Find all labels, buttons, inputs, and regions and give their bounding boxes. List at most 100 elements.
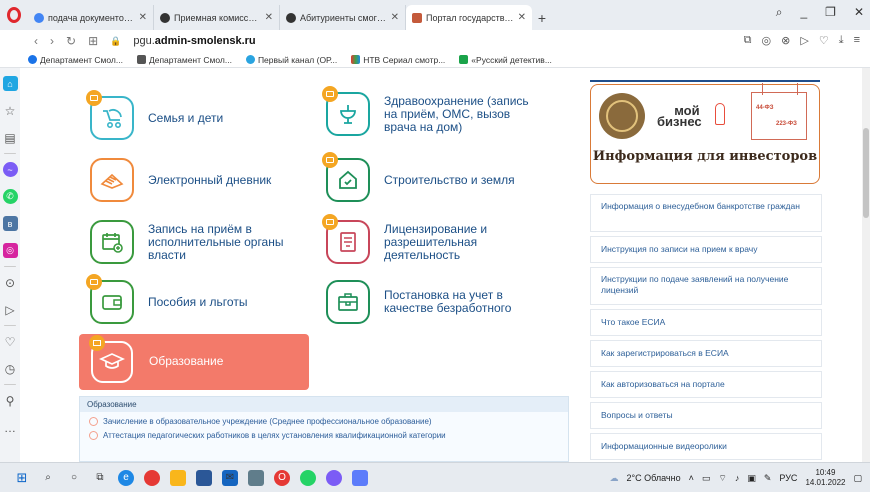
restore-icon[interactable]: ❐ xyxy=(825,5,836,20)
education-link-1[interactable]: Зачисление в образовательное учреждение … xyxy=(89,417,568,426)
grid-icon[interactable]: ⊞ xyxy=(88,34,98,48)
search-icon[interactable]: ⌕ xyxy=(40,470,56,486)
bookmark-4[interactable]: НТВ Сериал смотр... xyxy=(351,55,445,65)
service-label: Семья и дети xyxy=(148,110,224,125)
close-icon[interactable]: ✕ xyxy=(518,12,526,23)
service-unemployment[interactable]: Постановка на учет в качестве безработно… xyxy=(326,280,524,324)
reload-icon[interactable]: ↻ xyxy=(66,34,76,48)
whatsapp-icon[interactable] xyxy=(300,469,316,486)
service-education[interactable]: Образование xyxy=(79,334,309,390)
close-icon[interactable]: ✕ xyxy=(265,12,273,23)
speed-dial-icon[interactable]: ☆ xyxy=(3,103,18,118)
info-link[interactable]: Что такое ЕСИА xyxy=(590,309,822,336)
education-link-2[interactable]: Аттестация педагогических работников в ц… xyxy=(89,431,568,440)
book-icon xyxy=(90,158,134,202)
clock[interactable]: 10:49 14.01.2022 xyxy=(805,468,845,488)
info-link[interactable]: Инструкции по подаче заявлений на получе… xyxy=(590,267,822,305)
wallet-icon xyxy=(86,274,134,324)
lock-icon[interactable]: 🔒 xyxy=(110,36,121,47)
tab-1[interactable]: подача документов в при ✕ xyxy=(28,5,154,30)
back-icon[interactable]: ‹ xyxy=(34,34,38,48)
info-link[interactable]: Как авторизоваться на портале xyxy=(590,371,822,398)
service-diary[interactable]: Электронный дневник xyxy=(90,158,271,202)
menu-icon[interactable]: ≡ xyxy=(854,34,860,47)
info-link[interactable]: Информация о внесудебном банкротстве гра… xyxy=(590,194,822,232)
new-tab-button[interactable]: + xyxy=(532,5,552,30)
info-link[interactable]: Вопросы и ответы xyxy=(590,402,822,429)
forward-icon[interactable]: › xyxy=(50,34,54,48)
extensions-icon[interactable]: ⚲ xyxy=(3,393,18,408)
tab-4-active[interactable]: Портал государственных ✕ xyxy=(406,5,532,30)
tray-expand-icon[interactable]: ˄ xyxy=(689,473,694,483)
info-link[interactable]: Инструкция по записи на прием к врачу xyxy=(590,236,822,263)
instagram-icon[interactable]: ◎ xyxy=(2,243,18,258)
play-icon[interactable]: ▷ xyxy=(800,34,808,47)
search-icon[interactable]: ⌕ xyxy=(776,5,783,20)
investor-banner[interactable]: мой бизнес 44-ФЗ 223-ФЗ Информация для и… xyxy=(590,83,820,184)
camera-icon[interactable]: ◎ xyxy=(762,34,772,47)
whatsapp-icon[interactable]: ✆ xyxy=(2,189,18,204)
info-link[interactable]: Как зарегистрироваться в ЕСИА xyxy=(590,340,822,367)
service-family[interactable]: Семья и дети xyxy=(86,90,224,140)
history-icon[interactable]: ◷ xyxy=(3,361,18,376)
mail-icon[interactable]: ✉ xyxy=(222,469,238,486)
url-field[interactable]: pgu.admin-smolensk.ru xyxy=(133,35,255,47)
minimize-icon[interactable]: _ xyxy=(800,5,807,20)
page-scrollbar[interactable] xyxy=(862,68,870,462)
briefcase-icon xyxy=(326,280,370,324)
store-icon[interactable] xyxy=(196,469,212,486)
weather-label[interactable]: 2°C Облачно xyxy=(627,473,681,483)
opera-logo-icon[interactable] xyxy=(0,0,28,30)
subpanel-header: Образование xyxy=(80,397,568,412)
service-benefits[interactable]: Пособия и льготы xyxy=(86,274,247,324)
home-icon[interactable]: ⌂ xyxy=(2,76,18,91)
download-icon[interactable]: ⤓ xyxy=(839,34,844,47)
close-icon[interactable]: ✕ xyxy=(391,12,399,23)
bookmark-3[interactable]: Первый канал (ОР... xyxy=(245,55,337,65)
service-health[interactable]: Здравоохранение (запись на приём, ОМС, в… xyxy=(322,86,534,136)
service-licensing[interactable]: Лицензирование и разрешительная деятельн… xyxy=(322,214,514,264)
chrome-icon[interactable] xyxy=(144,469,160,486)
notification-icon[interactable]: ▢ xyxy=(853,473,862,484)
tab-title: Портал государственных xyxy=(426,12,514,23)
snapshot-icon[interactable]: ⧉ xyxy=(744,34,752,47)
volume-icon[interactable]: ♪ xyxy=(735,473,740,483)
battery-icon[interactable]: ▭ xyxy=(702,473,711,484)
bookmark-1[interactable]: Департамент Смол... xyxy=(28,55,123,65)
google-icon xyxy=(34,12,44,23)
network-icon[interactable]: ⌔ xyxy=(718,473,726,484)
channel-icon xyxy=(245,55,255,64)
edge-icon[interactable]: e xyxy=(118,469,134,486)
opera-icon[interactable]: O xyxy=(274,469,290,486)
player-icon[interactable]: ⊙ xyxy=(3,275,18,290)
bookmark-2[interactable]: Департамент Смол... xyxy=(136,55,232,65)
close-icon[interactable]: ✕ xyxy=(139,12,147,23)
scrollbar-thumb[interactable] xyxy=(863,128,869,218)
close-window-icon[interactable]: ✕ xyxy=(854,5,864,20)
file-explorer-icon[interactable] xyxy=(170,469,186,486)
info-link[interactable]: Информационные видеоролики xyxy=(590,433,822,460)
flow-icon[interactable]: ▷ xyxy=(3,302,18,317)
service-appointment[interactable]: Запись на приём в исполнительные органы … xyxy=(90,220,288,264)
vk-icon[interactable]: в xyxy=(2,216,18,231)
heart-icon[interactable]: ♡ xyxy=(819,34,829,47)
language-indicator[interactable]: РУС xyxy=(779,473,797,483)
pen-icon[interactable]: ✎ xyxy=(764,473,772,484)
display-icon[interactable]: ▣ xyxy=(747,473,756,484)
viber-icon[interactable] xyxy=(326,469,342,486)
block-icon[interactable]: ⊗ xyxy=(781,34,790,47)
tab-2[interactable]: Приемная комиссия 2021 ✕ xyxy=(154,5,280,30)
widgets-icon[interactable]: ⧉ xyxy=(92,470,108,486)
service-building[interactable]: Строительство и земля xyxy=(322,152,515,202)
bookmark-5[interactable]: «Русский детектив... xyxy=(459,55,552,65)
calculator-icon[interactable] xyxy=(248,469,264,486)
photos-icon[interactable] xyxy=(352,469,368,486)
messenger-icon[interactable]: ~ xyxy=(2,162,18,177)
news-icon[interactable]: ▤ xyxy=(3,130,18,145)
windows-start-icon[interactable]: ⊞ xyxy=(14,470,30,486)
tab-3[interactable]: Абитуриенты смогут пода ✕ xyxy=(280,5,406,30)
favorites-icon[interactable]: ♡ xyxy=(3,334,18,349)
task-view-icon[interactable]: ○ xyxy=(66,470,82,486)
more-icon[interactable]: … xyxy=(3,420,18,435)
law-label-1: 44-ФЗ xyxy=(756,105,774,111)
